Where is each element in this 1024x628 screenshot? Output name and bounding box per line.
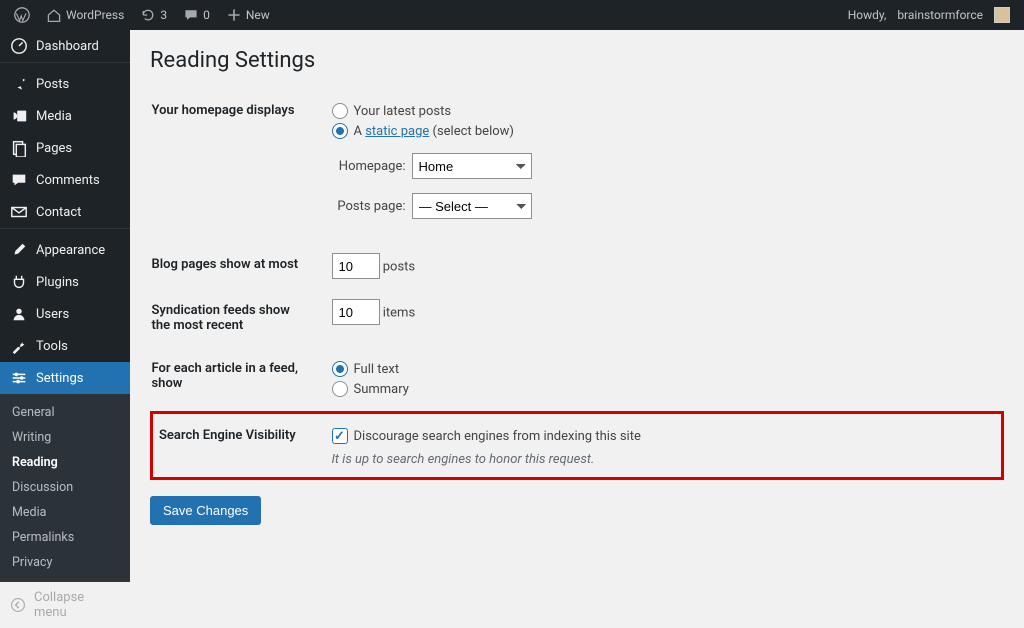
main-content: Reading Settings Your homepage displays …: [130, 30, 1024, 576]
pin-icon: [10, 75, 28, 93]
sidebar-item-contact[interactable]: Contact: [0, 196, 130, 228]
blog-pages-suffix: posts: [383, 260, 415, 275]
sidebar-item-users[interactable]: Users: [0, 298, 130, 330]
sidebar-item-posts[interactable]: Posts: [0, 68, 130, 100]
admin-sidebar: Dashboard Posts Media Pages Comments Con…: [0, 30, 130, 576]
sidebar-item-media[interactable]: Media: [0, 100, 130, 132]
collapse-label: Collapse menu: [34, 590, 120, 620]
syndication-input[interactable]: [332, 299, 380, 325]
wrench-icon: [10, 337, 28, 355]
sidebar-item-label: Dashboard: [36, 39, 99, 54]
submenu-item-permalinks[interactable]: Permalinks: [0, 525, 130, 550]
plug-icon: [10, 273, 28, 291]
sidebar-item-label: Pages: [36, 141, 72, 156]
wordpress-icon: [14, 7, 30, 23]
syndication-suffix: items: [383, 306, 415, 321]
sidebar-item-appearance[interactable]: Appearance: [0, 234, 130, 266]
updates-count: 3: [160, 8, 167, 22]
pages-icon: [10, 139, 28, 157]
postspage-select[interactable]: — Select —: [412, 193, 532, 219]
avatar: [994, 7, 1010, 23]
comments-count: 0: [203, 8, 210, 22]
radio-full-text[interactable]: [332, 361, 348, 377]
submenu-item-media[interactable]: Media: [0, 500, 130, 525]
radio-label-full-text: Full text: [354, 362, 400, 377]
sidebar-item-pages[interactable]: Pages: [0, 132, 130, 164]
homepage-select[interactable]: Home: [412, 153, 532, 179]
sidebar-item-settings[interactable]: Settings: [0, 362, 130, 394]
plus-icon: [226, 7, 242, 23]
submenu-item-reading[interactable]: Reading: [0, 450, 130, 475]
settings-submenu: General Writing Reading Discussion Media…: [0, 394, 130, 581]
howdy-prefix: Howdy,: [848, 8, 887, 22]
collapse-menu-button[interactable]: Collapse menu: [0, 581, 130, 628]
search-engine-visibility-row: Search Engine Visibility Discourage sear…: [152, 413, 1003, 479]
sidebar-item-comments[interactable]: Comments: [0, 164, 130, 196]
menu-separator: [0, 228, 130, 229]
user-icon: [10, 305, 28, 323]
mail-icon: [10, 203, 28, 221]
field-label-blog-pages: Blog pages show at most: [152, 243, 322, 289]
field-label-homepage-displays: Your homepage displays: [152, 89, 322, 243]
submenu-item-writing[interactable]: Writing: [0, 425, 130, 450]
comment-icon: [183, 7, 199, 23]
submenu-item-general[interactable]: General: [0, 400, 130, 425]
sidebar-item-plugins[interactable]: Plugins: [0, 266, 130, 298]
settings-form: Your homepage displays Your latest posts…: [150, 89, 1004, 480]
collapse-icon: [10, 597, 26, 613]
save-changes-button[interactable]: Save Changes: [150, 496, 261, 525]
submenu-item-privacy[interactable]: Privacy: [0, 550, 130, 575]
site-name-menu[interactable]: WordPress: [38, 0, 132, 30]
radio-label-static-page: A static page (select below): [354, 124, 514, 139]
blog-pages-input[interactable]: [332, 253, 380, 279]
menu-separator: [0, 62, 130, 63]
page-title: Reading Settings: [150, 40, 1004, 89]
postspage-select-label: Posts page:: [332, 199, 406, 214]
updates-menu[interactable]: 3: [132, 0, 175, 30]
brush-icon: [10, 241, 28, 259]
account-menu[interactable]: Howdy, brainstormforce: [840, 0, 1018, 30]
refresh-icon: [140, 7, 156, 23]
sidebar-item-label: Tools: [36, 339, 68, 354]
checkbox-label-discourage-indexing: Discourage search engines from indexing …: [354, 429, 641, 444]
admin-toolbar: WordPress 3 0 New Howdy, brainstormforce: [0, 0, 1024, 30]
radio-latest-posts[interactable]: [332, 103, 348, 119]
field-label-syndication: Syndication feeds show the most recent: [152, 289, 322, 347]
search-visibility-note: It is up to search engines to honor this…: [332, 452, 992, 467]
site-name: WordPress: [66, 8, 124, 22]
new-content-menu[interactable]: New: [218, 0, 278, 30]
checkbox-discourage-indexing[interactable]: [332, 428, 348, 444]
wp-logo-menu[interactable]: [6, 0, 38, 30]
sidebar-item-tools[interactable]: Tools: [0, 330, 130, 362]
sidebar-item-label: Posts: [36, 77, 69, 92]
radio-summary[interactable]: [332, 381, 348, 397]
sidebar-item-label: Contact: [36, 205, 81, 220]
username: brainstormforce: [897, 8, 983, 22]
sidebar-item-dashboard[interactable]: Dashboard: [0, 30, 130, 62]
sidebar-item-label: Users: [36, 307, 69, 322]
sidebar-item-label: Settings: [36, 371, 83, 386]
submenu-item-discussion[interactable]: Discussion: [0, 475, 130, 500]
static-page-link[interactable]: static page: [365, 124, 429, 139]
radio-label-latest-posts: Your latest posts: [354, 104, 452, 119]
sidebar-item-label: Appearance: [36, 243, 105, 258]
field-label-feed-article: For each article in a feed, show: [152, 347, 322, 413]
comments-menu[interactable]: 0: [175, 0, 218, 30]
media-icon: [10, 107, 28, 125]
sidebar-item-label: Media: [36, 109, 72, 124]
sidebar-item-label: Plugins: [36, 275, 79, 290]
homepage-select-label: Homepage:: [332, 159, 406, 174]
sliders-icon: [10, 369, 28, 387]
radio-static-page[interactable]: [332, 123, 348, 139]
field-label-search-visibility: Search Engine Visibility: [152, 413, 322, 479]
sidebar-item-label: Comments: [36, 173, 100, 188]
dashboard-icon: [10, 37, 28, 55]
radio-label-summary: Summary: [354, 382, 409, 397]
comments-icon: [10, 171, 28, 189]
new-label: New: [246, 8, 270, 22]
home-icon: [46, 7, 62, 23]
